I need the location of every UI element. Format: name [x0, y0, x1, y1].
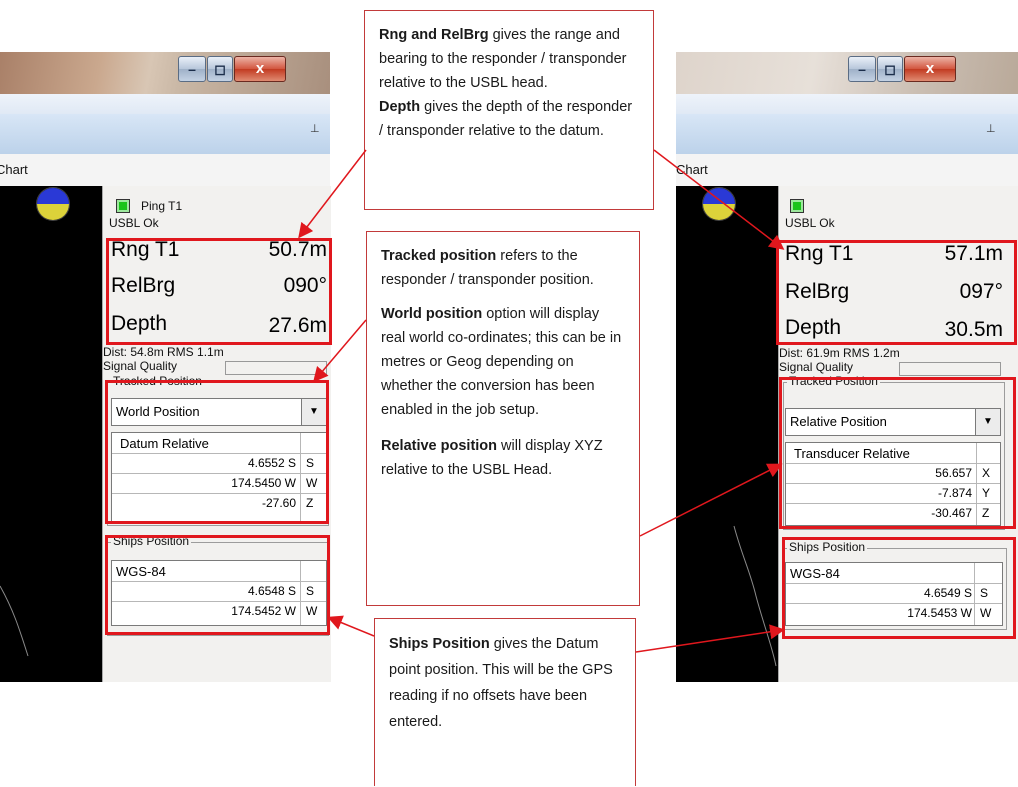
- signal-quality-bar: [899, 362, 1001, 376]
- ping-label: Ping T1: [141, 199, 183, 213]
- tracked-callout-p3: Relative position will display XYZ relat…: [381, 434, 625, 482]
- ships-callout: Ships Position gives the Datum point pos…: [374, 618, 636, 786]
- close-button[interactable]: x: [904, 56, 956, 82]
- usbl-status: USBL Ok: [785, 216, 835, 230]
- right-ships-highlight: [782, 537, 1016, 639]
- tracked-callout-p3-bold: Relative position: [381, 438, 498, 454]
- tab-chart[interactable]: Chart: [0, 162, 28, 177]
- right-chart-area[interactable]: [676, 186, 778, 682]
- close-icon: x: [925, 60, 935, 77]
- left-window-controls: – ◻ x: [178, 56, 287, 82]
- range-callout-p2-bold: Depth: [379, 99, 425, 115]
- chart-track-line: [733, 525, 777, 667]
- tracked-callout-p2-text: option will display real world co-ordina…: [381, 306, 622, 418]
- status-led-icon: [790, 199, 804, 213]
- signal-quality-label: Signal Quality: [779, 360, 854, 374]
- left-ships-highlight: [105, 535, 330, 635]
- right-readings-highlight: [776, 240, 1017, 345]
- left-panel-header: ⊥: [0, 114, 330, 155]
- minimize-icon: –: [858, 61, 866, 77]
- compass-icon: [36, 187, 70, 221]
- range-callout-p1: Rng and RelBrg gives the range and beari…: [379, 23, 639, 143]
- tracked-callout-p1: Tracked position refers to the responder…: [381, 244, 625, 292]
- range-callout: Rng and RelBrg gives the range and beari…: [364, 10, 654, 210]
- tab-chart[interactable]: Chart: [676, 162, 708, 177]
- close-icon: x: [255, 60, 265, 77]
- left-tracked-highlight: [105, 380, 329, 524]
- dist-line: Dist: 61.9m RMS 1.2m: [779, 346, 900, 360]
- maximize-button[interactable]: ◻: [877, 56, 903, 82]
- tracked-callout-p2-bold: World position: [381, 306, 483, 322]
- range-callout-p1-bold: Rng and RelBrg: [379, 27, 489, 43]
- left-chart-area[interactable]: [0, 186, 102, 682]
- pin-icon[interactable]: ⊥: [310, 122, 320, 135]
- tracked-callout: Tracked position refers to the responder…: [366, 231, 640, 606]
- minimize-button[interactable]: –: [848, 56, 876, 82]
- right-tracked-highlight: [779, 377, 1016, 529]
- maximize-icon: ◻: [884, 61, 896, 77]
- left-readings-highlight: [106, 238, 332, 345]
- maximize-icon: ◻: [214, 61, 226, 77]
- signal-quality-label: Signal Quality: [103, 359, 178, 373]
- minimize-button[interactable]: –: [178, 56, 206, 82]
- maximize-button[interactable]: ◻: [207, 56, 233, 82]
- close-button[interactable]: x: [234, 56, 286, 82]
- compass-icon: [702, 187, 736, 221]
- ships-callout-p1-bold: Ships Position: [389, 636, 490, 652]
- tracked-callout-p1-bold: Tracked position: [381, 248, 497, 264]
- pin-icon[interactable]: ⊥: [986, 122, 996, 135]
- tracked-callout-p2: World position option will display real …: [381, 302, 625, 422]
- minimize-icon: –: [188, 61, 196, 77]
- left-tab-row: Chart: [0, 154, 330, 186]
- right-panel-header: ⊥: [676, 114, 1018, 155]
- chart-track-line: [0, 585, 29, 657]
- ships-callout-p1: Ships Position gives the Datum point pos…: [389, 631, 621, 735]
- right-tab-row: Chart: [676, 154, 1018, 186]
- usbl-status: USBL Ok: [109, 216, 159, 230]
- right-window-controls: – ◻ x: [848, 56, 957, 82]
- ping-led-icon: [116, 199, 130, 213]
- arrow-ships-left: [327, 615, 375, 637]
- signal-quality-bar: [225, 361, 327, 375]
- dist-line: Dist: 54.8m RMS 1.1m: [103, 345, 224, 359]
